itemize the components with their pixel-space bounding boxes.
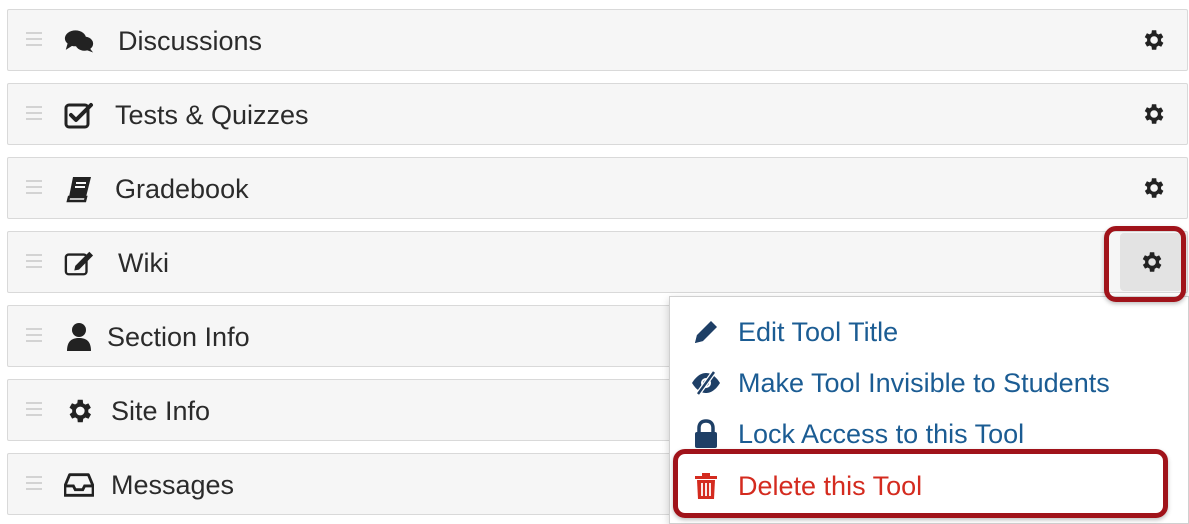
tool-row-wiki[interactable]: Wiki [7, 231, 1188, 293]
menu-item-label: Make Tool Invisible to Students [738, 367, 1110, 398]
gear-icon [64, 396, 94, 426]
drag-handle-icon[interactable] [26, 32, 42, 48]
tool-label: Gradebook [115, 174, 249, 204]
book-icon [64, 174, 94, 204]
menu-item-label: Delete this Tool [738, 470, 923, 501]
menu-item-lock-access[interactable]: Lock Access to this Tool [670, 411, 1188, 457]
tool-row-discussions[interactable]: Discussions [7, 9, 1188, 71]
tool-label: Section Info [107, 322, 250, 352]
gear-icon[interactable] [1137, 24, 1169, 56]
eye-slash-icon [688, 368, 724, 398]
menu-item-make-invisible[interactable]: Make Tool Invisible to Students [670, 360, 1188, 406]
menu-item-label: Edit Tool Title [738, 316, 899, 347]
drag-handle-icon[interactable] [26, 106, 42, 122]
user-icon [64, 322, 94, 352]
menu-item-delete-tool[interactable]: Delete this Tool [670, 463, 1188, 509]
drag-handle-icon[interactable] [26, 476, 42, 492]
drag-handle-icon[interactable] [26, 254, 42, 270]
tool-actions-menu: Edit Tool Title Make Tool Invisible to S… [669, 296, 1189, 524]
tool-row-tests-quizzes[interactable]: Tests & Quizzes [7, 83, 1188, 145]
tool-label: Discussions [118, 26, 263, 56]
tool-label: Wiki [118, 248, 169, 278]
edit-icon [64, 248, 94, 278]
tool-label: Site Info [111, 396, 211, 426]
comments-icon [64, 26, 94, 56]
tool-row-gradebook[interactable]: Gradebook [7, 157, 1188, 219]
pencil-icon [688, 317, 724, 347]
lock-icon [688, 419, 724, 449]
gear-icon[interactable] [1137, 172, 1169, 204]
drag-handle-icon[interactable] [26, 180, 42, 196]
drag-handle-icon[interactable] [26, 328, 42, 344]
tool-label: Tests & Quizzes [115, 100, 309, 130]
trash-icon [688, 471, 724, 501]
gear-icon[interactable] [1120, 233, 1182, 291]
drag-handle-icon[interactable] [26, 402, 42, 418]
menu-item-edit-tool-title[interactable]: Edit Tool Title [670, 309, 1188, 355]
check-square-icon [64, 100, 94, 130]
gear-icon[interactable] [1137, 98, 1169, 130]
menu-item-label: Lock Access to this Tool [738, 418, 1025, 449]
tool-label: Messages [111, 470, 235, 500]
inbox-icon [64, 470, 94, 500]
